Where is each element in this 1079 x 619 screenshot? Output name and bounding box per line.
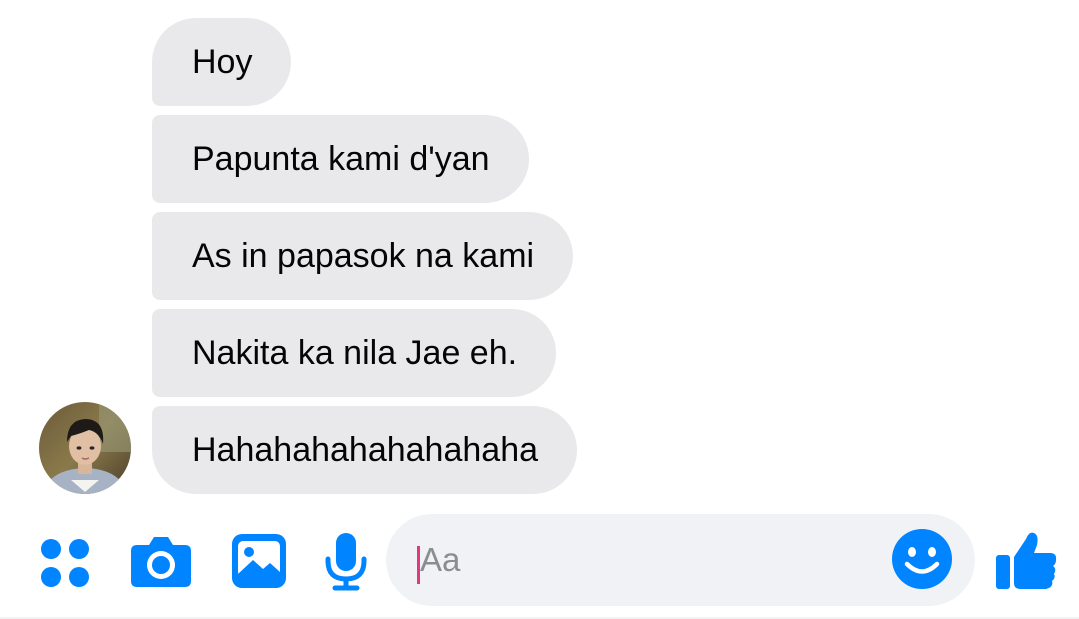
message-input-container[interactable] [386, 514, 975, 606]
microphone-icon[interactable] [325, 533, 367, 591]
message-bubble[interactable]: Nakita ka nila Jae eh. [152, 309, 557, 397]
image-icon[interactable] [232, 534, 286, 588]
message-composer [0, 505, 1079, 619]
thumbs-up-icon[interactable] [996, 529, 1058, 591]
message-bubble[interactable]: Hoy [152, 18, 292, 106]
message-input[interactable] [420, 534, 870, 586]
message-bubble[interactable]: Hahahahahahahahaha [152, 406, 578, 494]
message-thread: Hoy Papunta kami d'yan As in papasok na … [0, 0, 1079, 500]
apps-icon[interactable] [40, 538, 90, 588]
message-bubble[interactable]: Papunta kami d'yan [152, 115, 529, 203]
emoji-icon[interactable] [892, 529, 952, 589]
message-bubble[interactable]: As in papasok na kami [152, 212, 574, 300]
avatar-image [39, 402, 131, 494]
camera-icon[interactable] [131, 535, 191, 587]
avatar[interactable] [39, 402, 131, 494]
